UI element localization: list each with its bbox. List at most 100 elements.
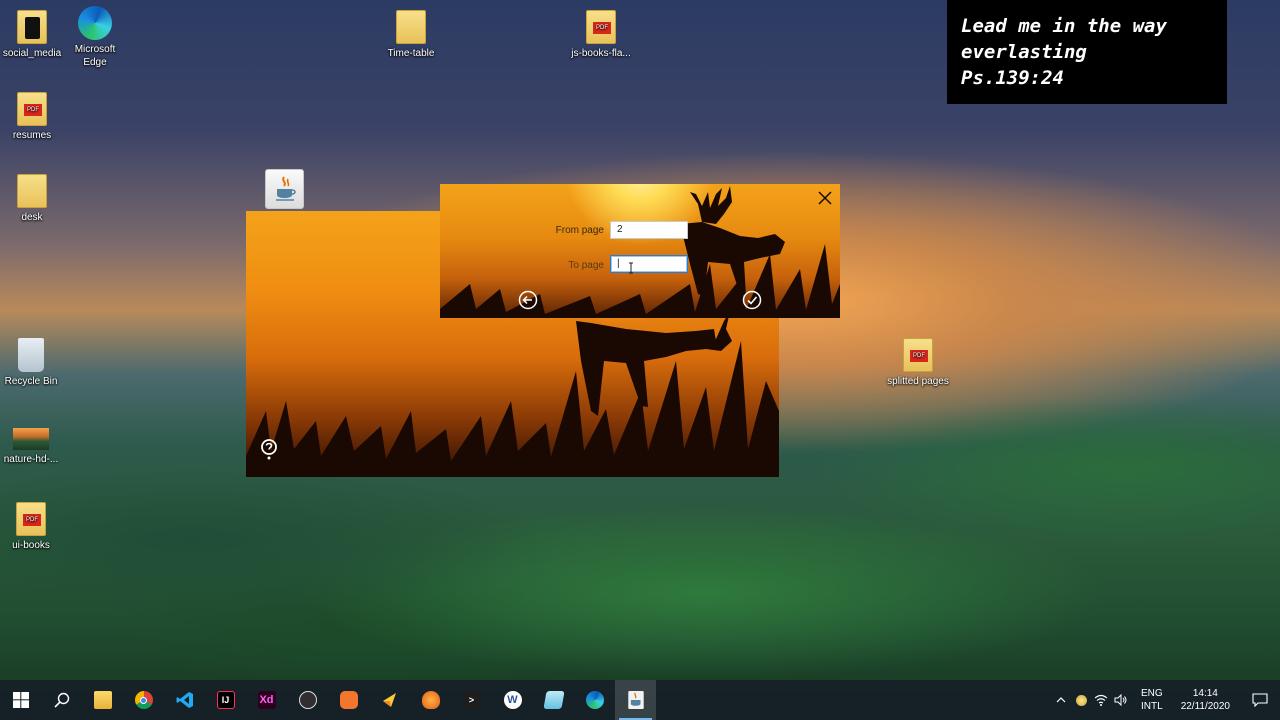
taskbar-chrome[interactable]	[123, 680, 164, 720]
clock[interactable]: 14:14 22/11/2020	[1181, 687, 1230, 713]
windows-logo-icon	[12, 692, 29, 708]
desktop-icon-label: nature-hd-...	[3, 454, 59, 465]
taskbar-word[interactable]: W	[492, 680, 533, 720]
word-icon: W	[503, 691, 522, 709]
start-button[interactable]	[0, 680, 41, 720]
powershell-icon: >	[462, 691, 481, 709]
adobe-xd-icon: Xd	[257, 691, 276, 709]
from-page-input[interactable]: 2	[610, 221, 688, 239]
edge-icon	[585, 691, 604, 709]
volume-button[interactable]	[1111, 680, 1131, 720]
desktop-icon-label: ui-books	[12, 540, 50, 551]
desktop-icon-social-media[interactable]: social_media	[0, 10, 64, 60]
desktop-icon-label: desk	[21, 212, 43, 223]
clock-date: 22/11/2020	[1180, 701, 1230, 712]
brave-icon	[339, 691, 358, 709]
close-icon	[818, 191, 832, 205]
desktop-icon-nature-hd[interactable]: nature-hd-...	[0, 420, 63, 466]
desktop-icon-label: splitted pages	[887, 376, 949, 387]
system-tray: ENG INTL 14:14 22/11/2020	[1051, 680, 1280, 720]
deer-silhouette-background	[440, 186, 840, 318]
taskbar-notepad[interactable]	[533, 680, 574, 720]
desktop-icon-label: js-books-fla...	[571, 48, 631, 59]
pdf-folder-icon	[16, 502, 46, 536]
intellij-icon: IJ	[216, 691, 235, 709]
folder-icon	[17, 174, 47, 208]
desktop-icon-ui-books[interactable]: ui-books	[0, 502, 63, 552]
speaker-icon	[1114, 694, 1127, 706]
desktop-icon-edge[interactable]: Microsoft Edge	[63, 6, 127, 69]
desktop-icon-js-books[interactable]: js-books-fla...	[569, 10, 633, 60]
taskbar-brave[interactable]	[328, 680, 369, 720]
show-hidden-icons-button[interactable]	[1051, 680, 1071, 720]
wifi-icon	[1094, 694, 1108, 706]
obs-icon	[298, 691, 317, 709]
desktop-icon-label: Time-table	[387, 48, 435, 59]
recycle-bin-icon	[18, 338, 44, 372]
taskbar-adobe-xd[interactable]: Xd	[246, 680, 287, 720]
search-button[interactable]	[41, 680, 82, 720]
input-language-indicator[interactable]: ENG INTL	[1141, 687, 1163, 713]
desktop-icon-label: social_media	[2, 48, 62, 59]
keyboard-layout: INTL	[1141, 701, 1163, 712]
kite-icon	[382, 693, 396, 707]
confirm-button[interactable]	[742, 290, 762, 310]
file-explorer-icon	[93, 691, 112, 709]
to-page-label: To page	[568, 260, 604, 271]
clock-time: 14:14	[1192, 688, 1218, 699]
notepad-icon	[542, 691, 565, 709]
desktop-icon-label: Recycle Bin	[4, 376, 58, 387]
desktop-icon-recycle-bin[interactable]: Recycle Bin	[0, 338, 63, 388]
desktop-icon-resumes[interactable]: resumes	[0, 92, 64, 142]
image-file-icon	[13, 428, 49, 450]
java-cup-icon	[275, 176, 296, 201]
to-page-input[interactable]: |	[610, 255, 688, 273]
chevron-up-icon	[1056, 697, 1066, 703]
edge-icon	[78, 6, 112, 40]
close-button[interactable]	[815, 188, 835, 208]
taskbar-obs[interactable]	[287, 680, 328, 720]
notification-icon	[1252, 693, 1268, 707]
chrome-icon	[134, 691, 153, 709]
taskbar-fl-studio[interactable]	[410, 680, 451, 720]
action-center-button[interactable]	[1240, 680, 1280, 720]
tray-app-circle-icon	[1075, 694, 1087, 706]
desktop-icon-label: Microsoft Edge	[74, 44, 116, 68]
page-range-dialog: From page 2 To page |	[440, 184, 840, 318]
taskbar: IJ Xd > W ENG INTL 14:14 22/11/2020	[0, 680, 1280, 720]
taskbar-file-explorer[interactable]	[82, 680, 123, 720]
check-circle-icon	[742, 290, 762, 310]
back-button[interactable]	[518, 290, 538, 310]
network-button[interactable]	[1091, 680, 1111, 720]
desktop-icon-splitted-pages[interactable]: splitted pages	[886, 338, 950, 388]
desktop-icon-time-table[interactable]: Time-table	[379, 10, 443, 60]
taskbar-powershell[interactable]: >	[451, 680, 492, 720]
java-cup-icon	[627, 691, 644, 709]
taskbar-vscode[interactable]	[164, 680, 205, 720]
from-page-label: From page	[555, 225, 604, 236]
search-icon	[53, 692, 69, 708]
java-app-icon[interactable]	[265, 169, 304, 209]
language-code: ENG	[1141, 688, 1163, 699]
tray-app-icon[interactable]	[1071, 680, 1091, 720]
taskbar-edge[interactable]	[574, 680, 615, 720]
verse-reference: Ps.139:24	[961, 67, 1064, 89]
verse-line: Lead me in the way	[961, 15, 1167, 37]
taskbar-java-app[interactable]	[615, 680, 656, 720]
pdf-folder-icon	[17, 92, 47, 126]
folder-icon	[396, 10, 426, 44]
desktop-icon-label: resumes	[12, 130, 52, 141]
verse-line: everlasting	[961, 41, 1087, 63]
desktop-icon-desk[interactable]: desk	[0, 174, 64, 224]
folder-icon	[17, 10, 47, 44]
taskbar-intellij[interactable]: IJ	[205, 680, 246, 720]
pdf-folder-icon	[903, 338, 933, 372]
pdf-folder-icon	[586, 10, 616, 44]
arrow-left-circle-icon	[518, 290, 538, 310]
taskbar-kite[interactable]	[369, 680, 410, 720]
text-cursor-icon	[629, 262, 633, 274]
fl-studio-icon	[421, 691, 440, 709]
help-icon[interactable]	[260, 439, 278, 461]
vscode-icon	[176, 692, 193, 708]
verse-overlay: Lead me in the way everlasting Ps.139:24	[947, 0, 1227, 104]
